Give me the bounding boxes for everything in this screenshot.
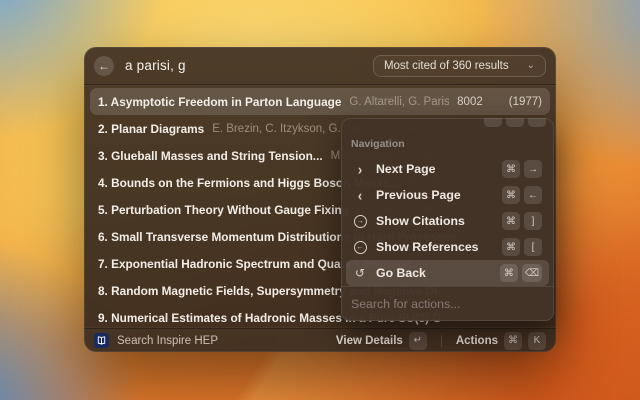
status-bar: Search Inspire HEP View Details ↵ Action… <box>84 328 556 352</box>
action-label: Show References <box>376 240 493 254</box>
view-details-label: View Details <box>336 335 403 347</box>
action-go-back[interactable]: ↺ Go Back ⌘ ⌫ <box>346 260 549 286</box>
right-bracket-key-icon: ] <box>524 212 542 230</box>
actions-panel: Navigation › Next Page ⌘ → ‹ Previous Pa… <box>341 118 554 321</box>
result-title: 2. Planar Diagrams <box>98 122 204 136</box>
view-details-button[interactable]: View Details ↵ <box>336 332 427 350</box>
footer-divider <box>441 335 442 347</box>
chevron-left-icon: ‹ <box>353 188 367 203</box>
command-key-icon: ⌘ <box>502 238 520 256</box>
scrolled-action-row <box>341 118 554 128</box>
chevron-right-icon: › <box>353 162 367 177</box>
result-authors: G. Altarelli, G. Parisi <box>349 96 449 108</box>
left-bracket-key-icon: [ <box>524 238 542 256</box>
action-previous-page[interactable]: ‹ Previous Page ⌘ ← <box>346 182 549 208</box>
result-title: 3. Glueball Masses and String Tension... <box>98 149 323 163</box>
sort-dropdown-label: Most cited of 360 results <box>384 60 509 72</box>
chevron-down-icon: ⌄ <box>527 63 535 69</box>
actions-search <box>341 286 554 321</box>
command-key-icon: ⌘ <box>502 186 520 204</box>
command-key-icon: ⌘ <box>502 160 520 178</box>
arrow-left-circle-icon: ← <box>353 241 367 254</box>
arrow-right-circle-icon: → <box>353 215 367 228</box>
command-key-icon: ⌘ <box>500 264 518 282</box>
search-input[interactable]: a parisi, g <box>125 58 362 73</box>
command-key-icon: ⌘ <box>502 212 520 230</box>
action-label: Next Page <box>376 162 493 176</box>
arrow-right-key-icon: → <box>524 160 542 178</box>
inspire-hep-logo-icon <box>94 333 109 348</box>
actions-button[interactable]: Actions ⌘ K <box>456 332 546 350</box>
search-header: ← a parisi, g Most cited of 360 results … <box>84 47 556 85</box>
keycap <box>506 118 524 127</box>
citation-count: 8002 <box>457 96 483 108</box>
action-label: Go Back <box>376 266 491 280</box>
return-key-icon: ↵ <box>409 332 427 350</box>
undo-arrow-icon: ↺ <box>353 266 367 280</box>
sort-dropdown[interactable]: Most cited of 360 results ⌄ <box>373 55 546 77</box>
back-arrow-icon: ← <box>98 59 110 73</box>
action-show-references[interactable]: ← Show References ⌘ [ <box>346 234 549 260</box>
keycap <box>528 118 546 127</box>
result-year: (1977) <box>509 96 542 108</box>
desktop: ← a parisi, g Most cited of 360 results … <box>0 0 640 400</box>
actions-label: Actions <box>456 335 498 347</box>
app-name: Search Inspire HEP <box>117 335 328 347</box>
result-title: 1. Asymptotic Freedom in Parton Language <box>98 95 341 109</box>
keycap <box>484 118 502 127</box>
actions-search-input[interactable] <box>351 297 544 311</box>
action-label: Show Citations <box>376 214 493 228</box>
result-row-1[interactable]: 1. Asymptotic Freedom in Parton Language… <box>90 88 550 115</box>
action-show-citations[interactable]: → Show Citations ⌘ ] <box>346 208 549 234</box>
back-button[interactable]: ← <box>94 56 114 76</box>
action-label: Previous Page <box>376 188 493 202</box>
section-header: Navigation <box>341 128 554 156</box>
arrow-left-key-icon: ← <box>524 186 542 204</box>
command-key-icon: ⌘ <box>504 332 522 350</box>
result-title: 5. Perturbation Theory Without Gauge Fix… <box>98 203 349 217</box>
action-next-page[interactable]: › Next Page ⌘ → <box>346 156 549 182</box>
backspace-key-icon: ⌫ <box>522 264 542 282</box>
k-key-icon: K <box>528 332 546 350</box>
